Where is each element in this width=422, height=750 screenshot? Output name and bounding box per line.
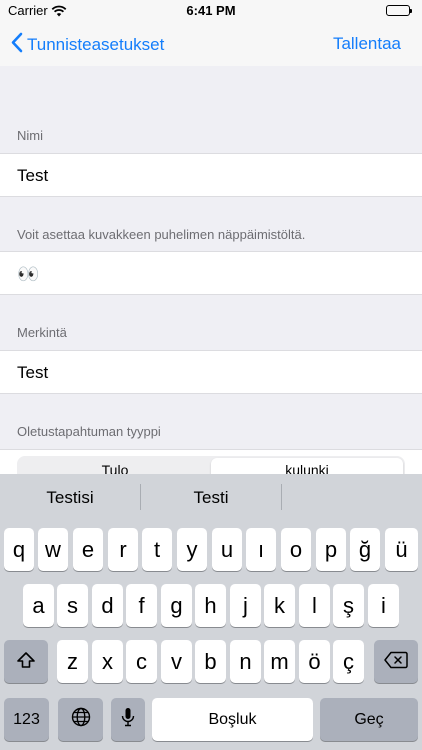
- key-g-breve[interactable]: ğ: [350, 528, 380, 571]
- key-v[interactable]: v: [161, 640, 192, 683]
- key-r[interactable]: r: [108, 528, 138, 571]
- globe-key[interactable]: [58, 698, 103, 741]
- key-w[interactable]: w: [38, 528, 68, 571]
- key-s-cedilla[interactable]: ş: [333, 584, 364, 627]
- key-o[interactable]: o: [281, 528, 311, 571]
- key-b[interactable]: b: [195, 640, 226, 683]
- key-o-umlaut[interactable]: ö: [299, 640, 330, 683]
- key-z[interactable]: z: [57, 640, 88, 683]
- key-u-umlaut[interactable]: ü: [385, 528, 418, 571]
- name-section-header: Nimi: [17, 128, 43, 143]
- name-field[interactable]: Test: [0, 153, 422, 197]
- back-button[interactable]: Tunnisteasetukset: [10, 32, 164, 58]
- keyboard: Testisi Testi q w e r t y u ı o p ğ ü a …: [0, 474, 422, 750]
- label-field[interactable]: Test: [0, 350, 422, 394]
- key-n[interactable]: n: [230, 640, 261, 683]
- label-field-value: Test: [17, 363, 49, 382]
- navigation-bar: Tunnisteasetukset Tallentaa: [0, 22, 422, 66]
- label-section-header: Merkintä: [17, 325, 67, 340]
- name-field-value: Test: [17, 166, 49, 185]
- key-s[interactable]: s: [57, 584, 88, 627]
- suggestion-1[interactable]: Testisi: [0, 488, 140, 508]
- battery-icon: [386, 5, 412, 16]
- chevron-left-icon: [10, 32, 27, 58]
- suggestion-divider: [281, 484, 282, 510]
- suggestion-2[interactable]: Testi: [141, 488, 281, 508]
- key-g[interactable]: g: [161, 584, 192, 627]
- key-p[interactable]: p: [316, 528, 346, 571]
- suggestion-bar: Testisi Testi: [0, 474, 422, 522]
- key-c-cedilla[interactable]: ç: [333, 640, 364, 683]
- key-l[interactable]: l: [299, 584, 330, 627]
- key-f[interactable]: f: [126, 584, 157, 627]
- icon-section-header: Voit asettaa kuvakkeen puhelimen näppäim…: [17, 227, 306, 242]
- key-d[interactable]: d: [92, 584, 123, 627]
- backspace-icon: [384, 649, 408, 675]
- space-key[interactable]: Boşluk: [152, 698, 313, 741]
- clock: 6:41 PM: [186, 3, 236, 18]
- key-j[interactable]: j: [230, 584, 261, 627]
- event-type-section-header: Oletustapahtuman tyyppi: [17, 424, 161, 439]
- key-q[interactable]: q: [4, 528, 34, 571]
- key-h[interactable]: h: [195, 584, 226, 627]
- icon-field[interactable]: 👀: [0, 251, 422, 295]
- microphone-icon: [121, 707, 135, 733]
- key-u[interactable]: u: [212, 528, 242, 571]
- shift-icon: [16, 649, 36, 675]
- globe-icon: [71, 707, 91, 733]
- key-m[interactable]: m: [264, 640, 295, 683]
- key-c[interactable]: c: [126, 640, 157, 683]
- numbers-key[interactable]: 123: [4, 698, 49, 741]
- back-button-label: Tunnisteasetukset: [27, 35, 165, 54]
- key-i[interactable]: i: [368, 584, 399, 627]
- shift-key[interactable]: [4, 640, 48, 683]
- key-y[interactable]: y: [177, 528, 207, 571]
- key-a[interactable]: a: [23, 584, 54, 627]
- dictation-key[interactable]: [111, 698, 145, 741]
- key-x[interactable]: x: [92, 640, 123, 683]
- return-key[interactable]: Geç: [320, 698, 418, 741]
- save-button[interactable]: Tallentaa: [333, 34, 401, 54]
- status-bar: Carrier 6:41 PM: [0, 0, 422, 22]
- key-dotless-i[interactable]: ı: [246, 528, 276, 571]
- key-e[interactable]: e: [73, 528, 103, 571]
- key-t[interactable]: t: [142, 528, 172, 571]
- icon-field-value: 👀: [17, 264, 40, 284]
- backspace-key[interactable]: [374, 640, 418, 683]
- key-k[interactable]: k: [264, 584, 295, 627]
